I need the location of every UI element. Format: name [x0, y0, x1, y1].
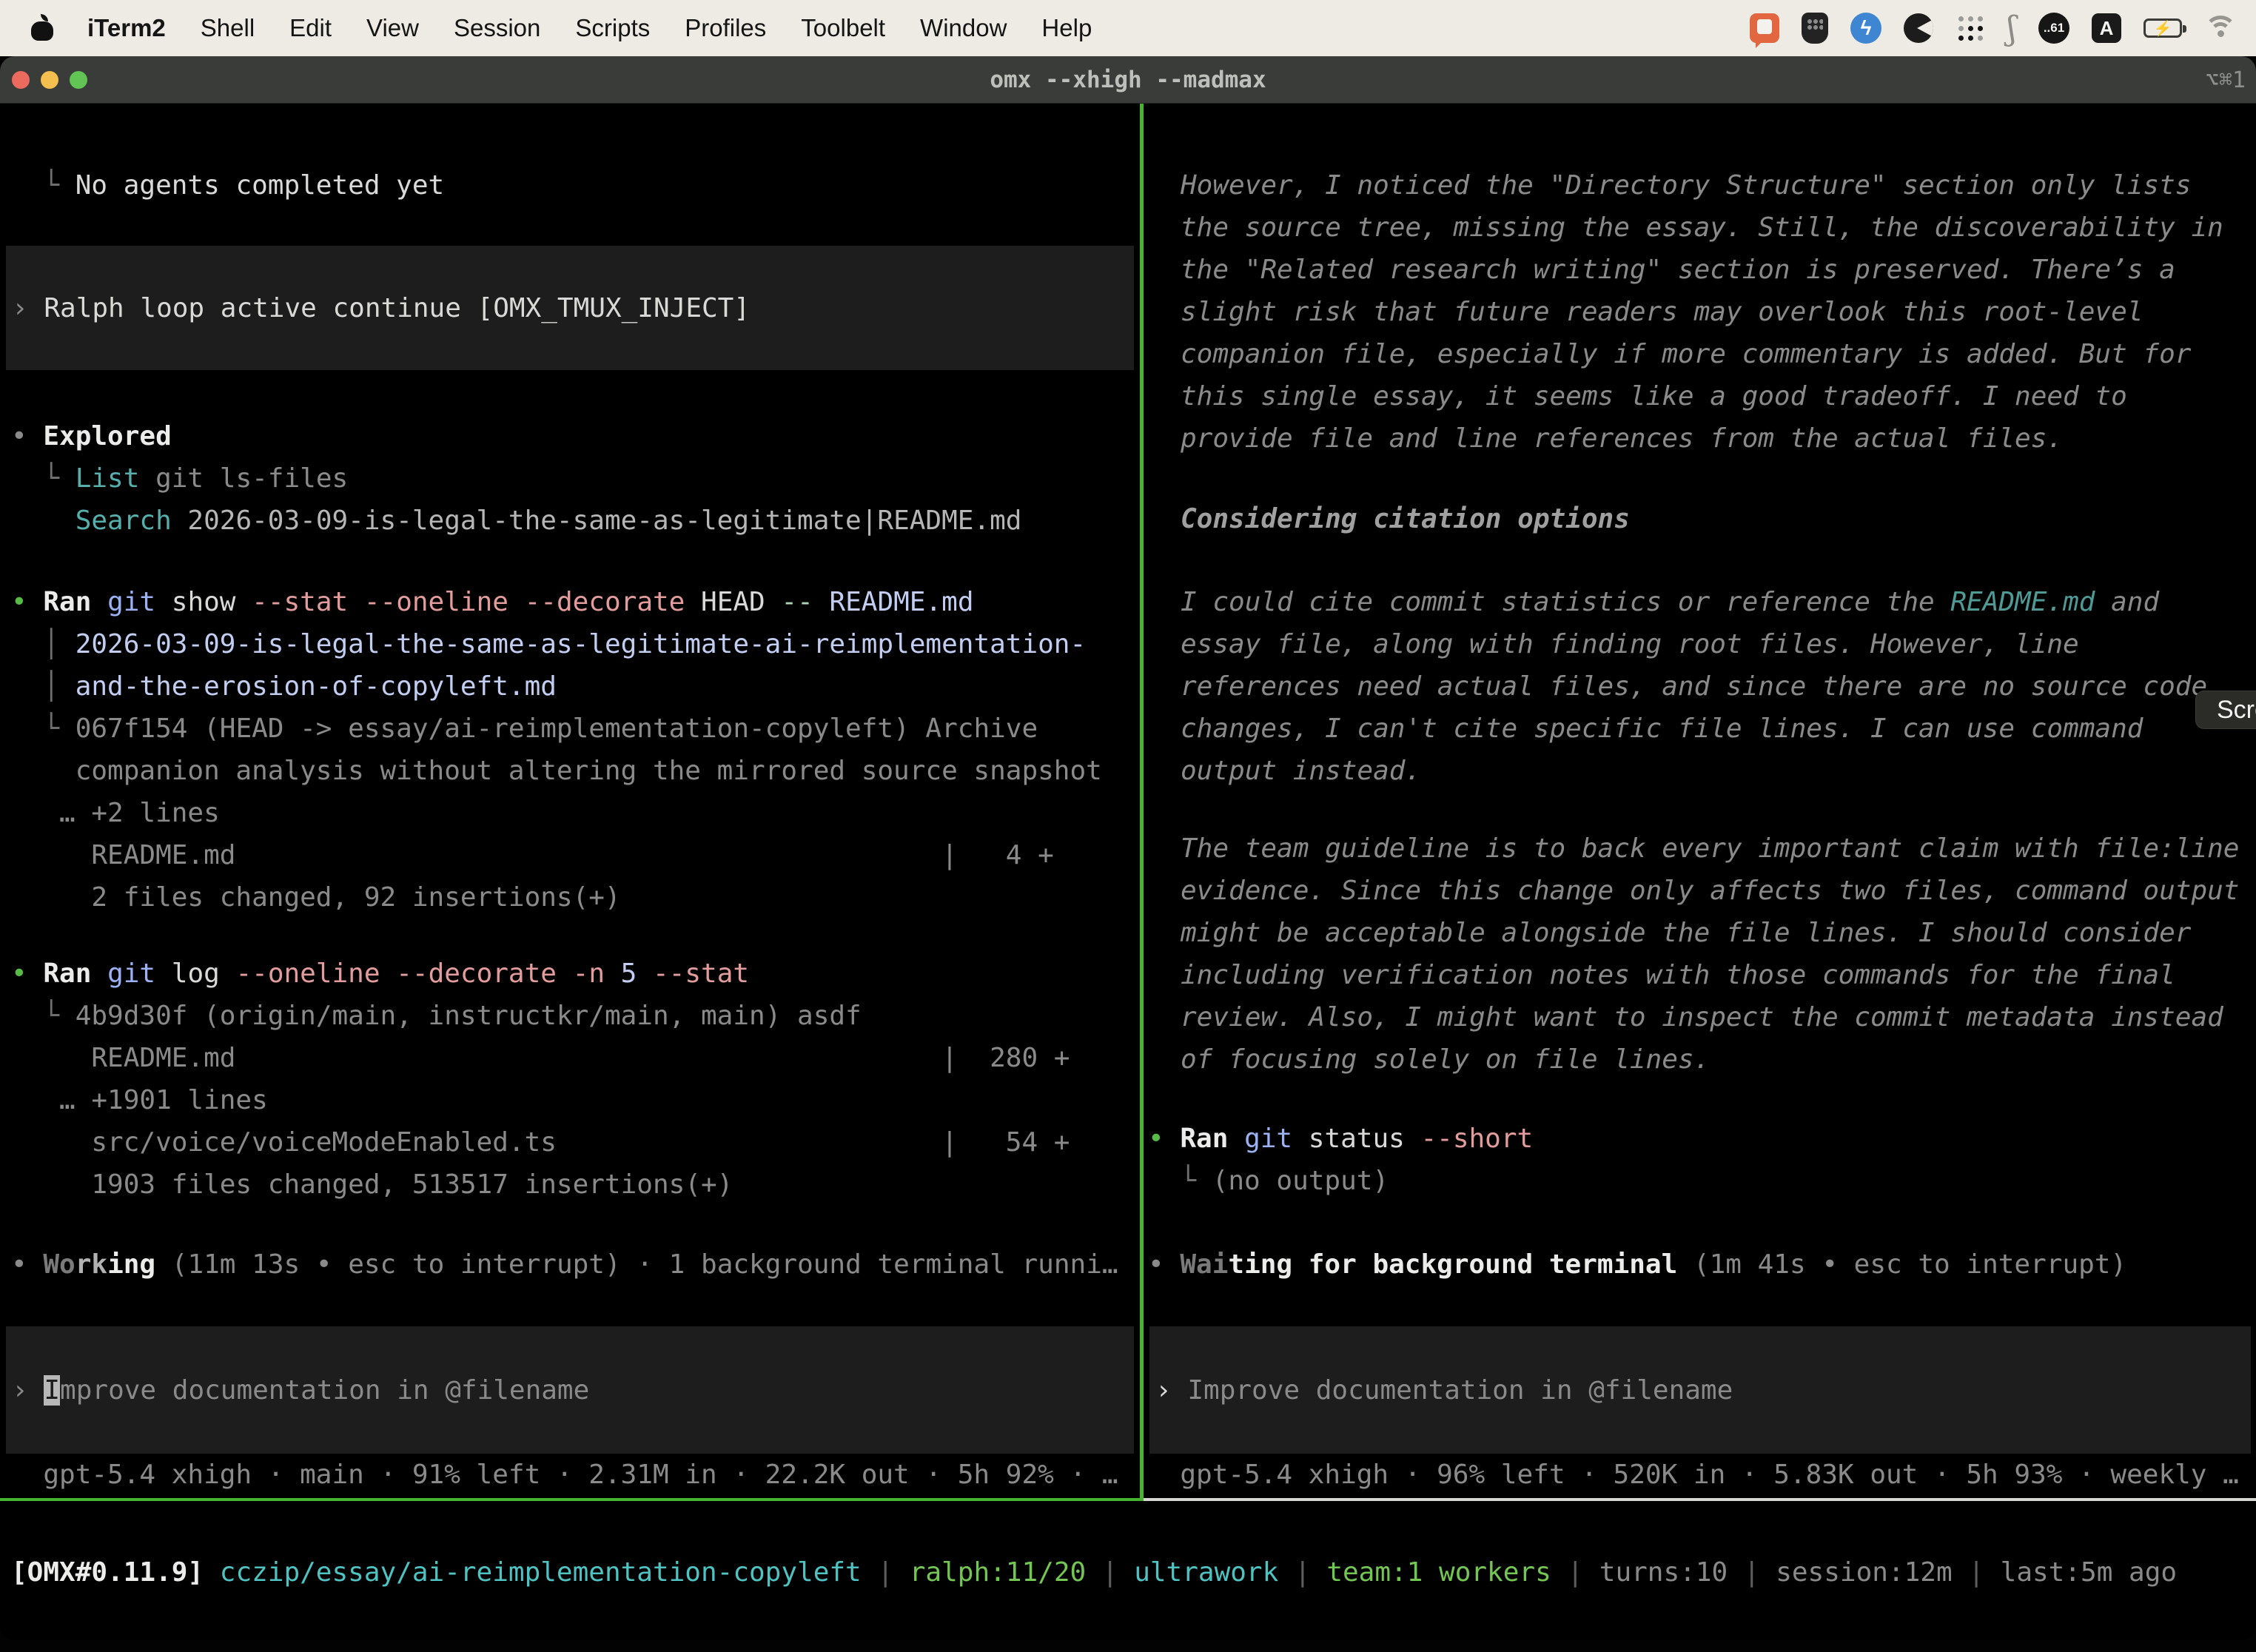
menu-bar: iTerm2 Shell Edit View Session Scripts P… — [0, 0, 2256, 56]
git-show-block: • Ran git show --stat --oneline --decora… — [11, 581, 1102, 919]
terminal-line: └ No agents completed yet — [11, 164, 444, 206]
apple-menu-icon[interactable] — [31, 16, 53, 41]
pie-circle-icon[interactable] — [1904, 13, 1933, 43]
terminal-line: slight risk that future readers may over… — [1181, 291, 2223, 333]
screen-share-chip[interactable]: Scre — [2195, 691, 2256, 729]
model-status-line-right: gpt-5.4 xhigh · 96% left · 520K in · 5.8… — [1148, 1454, 2239, 1496]
battery-icon[interactable]: ⚡ — [2143, 19, 2182, 38]
menu-item-help[interactable]: Help — [1041, 14, 1092, 42]
window-title: omx --xhigh --madmax — [0, 56, 2256, 104]
terminal-line: of focusing solely on file lines. — [1181, 1038, 2239, 1081]
terminal-line: the source tree, missing the essay. Stil… — [1181, 206, 2223, 249]
menu-item-view[interactable]: View — [366, 14, 419, 42]
terminal-line: 2 files changed, 92 insertions(+) — [11, 876, 1102, 919]
terminal-line: › Improve documentation in @filename — [12, 1369, 1134, 1411]
terminal-line: └ List git ls-files — [11, 457, 1021, 500]
git-log-block: • Ran git log --oneline --decorate -n 5 … — [11, 953, 1070, 1206]
pane-right[interactable]: However, I noticed the "Directory Struct… — [1144, 104, 2256, 1498]
menu-item-shell[interactable]: Shell — [201, 14, 255, 42]
terminal-line: README.md | 280 + — [11, 1037, 1070, 1079]
pane-divider-vertical[interactable] — [1140, 104, 1144, 1498]
window-title-bar: omx --xhigh --madmax ⌥⌘1 — [0, 56, 2256, 104]
ralph-inject-box: › Ralph loop active continue [OMX_TMUX_I… — [6, 246, 1134, 370]
menu-item-window[interactable]: Window — [920, 14, 1007, 42]
menu-item-scripts[interactable]: Scripts — [575, 14, 650, 42]
dots-grid-icon[interactable] — [1955, 13, 1985, 43]
wifi-icon[interactable] — [2204, 16, 2237, 41]
terminal-line: › Improve documentation in @filename — [1155, 1369, 2251, 1411]
terminal-content: └ No agents completed yet › Ralph loop a… — [0, 104, 2256, 1640]
terminal-line: evidence. Since this change only affects… — [1181, 870, 2239, 912]
terminal-line: │ 2026-03-09-is-legal-the-same-as-legiti… — [11, 623, 1102, 665]
model-status-line-left: gpt-5.4 xhigh · main · 91% left · 2.31M … — [11, 1454, 1118, 1496]
terminal-line: including verification notes with those … — [1181, 954, 2239, 996]
menu-item-edit[interactable]: Edit — [289, 14, 332, 42]
terminal-line: • Waiting for background terminal (1m 41… — [1148, 1243, 2126, 1286]
chat-icon[interactable] — [1750, 13, 1779, 43]
terminal-line: companion analysis without altering the … — [11, 750, 1102, 792]
terminal-line: › Ralph loop active continue [OMX_TMUX_I… — [12, 287, 1134, 329]
terminal-line: I could cite commit statistics or refere… — [1181, 581, 2207, 623]
terminal-line: README.md | 4 + — [11, 834, 1102, 876]
terminal-line: review. Also, I might want to inspect th… — [1181, 996, 2239, 1038]
terminal-line: └ 067f154 (HEAD -> essay/ai-reimplementa… — [11, 708, 1102, 750]
explored-block: • Explored └ List git ls-files Search 20… — [11, 415, 1021, 542]
reasoning-paragraph-1: However, I noticed the "Directory Struct… — [1181, 164, 2223, 460]
terminal-line: … +1901 lines — [11, 1079, 1070, 1121]
terminal-line: However, I noticed the "Directory Struct… — [1181, 164, 2223, 206]
prompt-input-right[interactable]: › Improve documentation in @filename — [1149, 1326, 2251, 1454]
terminal-line: references need actual files, and since … — [1181, 665, 2207, 708]
reasoning-paragraph-2: I could cite commit statistics or refere… — [1181, 581, 2207, 792]
terminal-line: this single essay, it seems like a good … — [1181, 375, 2223, 417]
git-status-block: • Ran git status --short └ (no output) — [1148, 1118, 1533, 1202]
terminal-line: └ 4b9d30f (origin/main, instructkr/main,… — [11, 995, 1070, 1037]
terminal-line: gpt-5.4 xhigh · main · 91% left · 2.31M … — [11, 1454, 1118, 1496]
reasoning-heading: Considering citation options — [1181, 498, 1630, 540]
terminal-line: │ and-the-erosion-of-copyleft.md — [11, 665, 1102, 708]
percent-badge-icon[interactable]: ..61 — [2038, 13, 2069, 44]
menu-item-profiles[interactable]: Profiles — [685, 14, 766, 42]
terminal-line: [OMX#0.11.9] cczip/essay/ai-reimplementa… — [11, 1551, 2177, 1594]
terminal-line: 1903 files changed, 513517 insertions(+) — [11, 1164, 1070, 1206]
terminal-line: output instead. — [1181, 750, 2207, 792]
menu-item-session[interactable]: Session — [454, 14, 540, 42]
squiggle-icon[interactable]: ʃ — [2007, 10, 2016, 47]
terminal-line: provide file and line references from th… — [1181, 417, 2223, 460]
terminal-line: the "Related research writing" section i… — [1181, 249, 2223, 291]
omx-status-line: [OMX#0.11.9] cczip/essay/ai-reimplementa… — [11, 1551, 2177, 1594]
terminal-line: • Ran git log --oneline --decorate -n 5 … — [11, 953, 1070, 995]
prompt-input-left[interactable]: › Improve documentation in @filename — [6, 1326, 1134, 1454]
terminal-line: might be acceptable alongside the file l… — [1181, 912, 2239, 954]
blue-bolt-icon[interactable]: ϟ — [1850, 13, 1881, 44]
terminal-line: • Working (11m 13s • esc to interrupt) ·… — [11, 1243, 1118, 1286]
terminal-line: … +2 lines — [11, 792, 1102, 834]
omx-status-pane: [OMX#0.11.9] cczip/essay/ai-reimplementa… — [0, 1501, 2256, 1640]
keypad-shield-icon[interactable] — [1802, 13, 1828, 44]
working-status-line: • Working (11m 13s • esc to interrupt) ·… — [11, 1243, 1118, 1286]
window-shortcut-badge: ⌥⌘1 — [2206, 56, 2246, 104]
waiting-status-line: • Waiting for background terminal (1m 41… — [1148, 1243, 2126, 1286]
terminal-line: The team guideline is to back every impo… — [1181, 827, 2239, 870]
agents-status-block: └ No agents completed yet — [11, 164, 444, 206]
iterm-window: omx --xhigh --madmax ⌥⌘1 └ No agents com… — [0, 56, 2256, 1640]
pane-left[interactable]: └ No agents completed yet › Ralph loop a… — [0, 104, 1140, 1498]
terminal-line: companion file, especially if more comme… — [1181, 333, 2223, 375]
terminal-line: gpt-5.4 xhigh · 96% left · 520K in · 5.8… — [1148, 1454, 2239, 1496]
terminal-line: • Ran git status --short — [1148, 1118, 1533, 1160]
terminal-line: • Explored — [11, 415, 1021, 457]
terminal-line: └ (no output) — [1148, 1160, 1533, 1202]
a-badge-icon[interactable]: A — [2092, 13, 2121, 43]
menu-status-icons: ϟ ʃ ..61 A ⚡ — [1750, 10, 2256, 47]
menu-items: iTerm2 Shell Edit View Session Scripts P… — [87, 14, 1092, 42]
terminal-line: essay file, along with finding root file… — [1181, 623, 2207, 665]
terminal-line: Considering citation options — [1181, 498, 1630, 540]
screen-share-chip-label: Scre — [2217, 696, 2256, 725]
reasoning-paragraph-3: The team guideline is to back every impo… — [1181, 827, 2239, 1081]
menu-item-toolbelt[interactable]: Toolbelt — [801, 14, 885, 42]
terminal-line: changes, I can't cite specific file line… — [1181, 708, 2207, 750]
terminal-line: • Ran git show --stat --oneline --decora… — [11, 581, 1102, 623]
menu-item-app[interactable]: iTerm2 — [87, 14, 166, 42]
terminal-line: Search 2026-03-09-is-legal-the-same-as-l… — [11, 500, 1021, 542]
terminal-line: src/voice/voiceModeEnabled.ts | 54 + — [11, 1121, 1070, 1164]
